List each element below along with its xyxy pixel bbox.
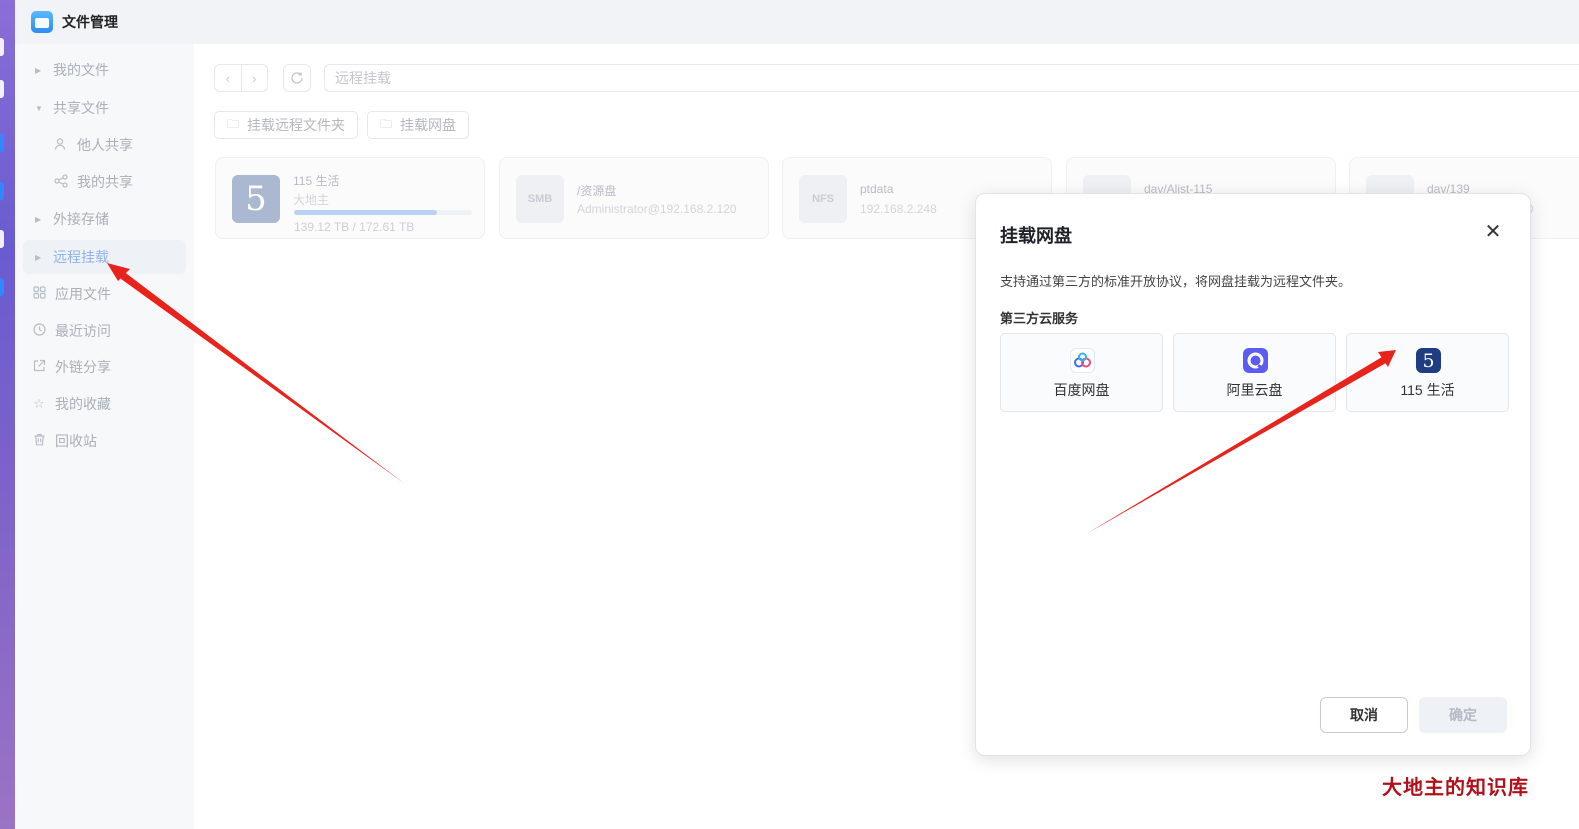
- mount-owner: 大地主: [293, 193, 330, 207]
- share-icon: [53, 173, 69, 191]
- path-bar[interactable]: 远程挂载: [324, 64, 1579, 92]
- sidebar-item-label: 我的收藏: [55, 396, 111, 412]
- dock-app-icon[interactable]: [0, 134, 4, 152]
- sidebar-item-label: 外接存储: [53, 211, 109, 227]
- sidebar-item-my-files[interactable]: ▶ 我的文件: [23, 53, 186, 87]
- usage-bar-fill: [294, 210, 438, 215]
- mount-usage: 139.12 TB / 172.61 TB: [294, 220, 415, 234]
- caret-right-icon: ▶: [35, 214, 42, 224]
- back-arrow-icon[interactable]: ‹: [215, 65, 242, 91]
- sidebar: ▶ 我的文件 ▼ 共享文件 他人共享 我的共享 ▶ 外接存储 ▶ 远程挂载 应用…: [15, 44, 194, 829]
- cancel-button[interactable]: 取消: [1320, 697, 1408, 733]
- refresh-button[interactable]: [283, 64, 311, 92]
- dock-app-icon[interactable]: [0, 80, 4, 98]
- mount-remote-folder-button[interactable]: 🗀 挂载远程文件夹: [214, 111, 359, 139]
- service-label: 115 生活: [1400, 382, 1455, 398]
- file-manager-logo-icon: [31, 11, 53, 33]
- service-label: 阿里云盘: [1226, 382, 1283, 398]
- folder-add-icon: 🗀: [227, 116, 240, 131]
- mount-card-115[interactable]: 5 115 生活 大地主 139.12 TB / 172.61 TB: [215, 157, 485, 239]
- nfs-icon: NFS: [799, 175, 847, 223]
- forward-arrow-icon[interactable]: ›: [242, 65, 268, 91]
- usage-bar: [294, 210, 472, 215]
- 115-icon: 5: [1416, 348, 1441, 373]
- window-titlebar: 文件管理: [15, 0, 1579, 44]
- apps-grid-icon: [31, 286, 47, 302]
- app-title: 文件管理: [62, 14, 118, 30]
- mount-card-smb[interactable]: SMB /资源盘 Administrator@192.168.2.120: [499, 157, 769, 239]
- dialog-title: 挂载网盘: [1000, 226, 1072, 246]
- mount-address: 192.168.2.248: [860, 202, 937, 216]
- sidebar-item-label: 远程挂载: [53, 249, 109, 265]
- sidebar-item-shared-with-me[interactable]: 他人共享: [23, 128, 186, 162]
- dock-app-icon[interactable]: [0, 38, 4, 56]
- clock-icon: [31, 323, 47, 339]
- refresh-icon: [291, 72, 303, 84]
- mount-address: Administrator@192.168.2.120: [577, 202, 737, 216]
- caret-right-icon: ▶: [35, 65, 42, 75]
- sidebar-item-label: 应用文件: [55, 286, 111, 302]
- sidebar-item-shared-files[interactable]: ▼ 共享文件: [23, 91, 186, 125]
- sidebar-item-remote-mount[interactable]: ▶ 远程挂载: [23, 240, 186, 274]
- mount-name: /资源盘: [577, 184, 617, 198]
- mount-name: ptdata: [860, 182, 894, 196]
- sidebar-item-label: 回收站: [55, 433, 97, 449]
- mount-cloud-drive-dialog: 挂载网盘 ✕ 支持通过第三方的标准开放协议，将网盘挂载为远程文件夹。 第三方云服…: [975, 193, 1531, 756]
- smb-icon: SMB: [516, 175, 564, 223]
- button-label: 挂载远程文件夹: [247, 117, 346, 133]
- star-icon: ☆: [33, 396, 45, 411]
- 115-icon: 5: [232, 175, 280, 223]
- sidebar-item-label: 他人共享: [77, 137, 133, 153]
- trash-icon: [31, 433, 47, 449]
- sidebar-item-recent[interactable]: 最近访问: [23, 314, 186, 348]
- sidebar-item-label: 共享文件: [53, 100, 109, 116]
- people-icon: [53, 137, 69, 154]
- close-icon[interactable]: ✕: [1481, 219, 1505, 243]
- desktop-edge: [0, 0, 15, 829]
- service-aliyun-drive[interactable]: 阿里云盘: [1173, 333, 1336, 412]
- aliyun-drive-icon: [1243, 348, 1268, 373]
- caret-right-icon: ▶: [35, 252, 42, 262]
- mount-name: 115 生活: [293, 174, 340, 188]
- section-title: 第三方云服务: [1000, 311, 1079, 326]
- external-share-icon: [31, 359, 47, 375]
- confirm-button[interactable]: 确定: [1419, 697, 1507, 733]
- service-label: 百度网盘: [1053, 382, 1110, 398]
- history-nav: ‹ ›: [214, 64, 268, 92]
- sidebar-item-external-storage[interactable]: ▶ 外接存储: [23, 202, 186, 236]
- sidebar-item-app-files[interactable]: 应用文件: [23, 277, 186, 311]
- baidu-netdisk-icon: [1070, 348, 1095, 373]
- watermark: 大地主的知识库: [1382, 775, 1529, 799]
- sidebar-item-trash[interactable]: 回收站: [23, 424, 186, 458]
- sidebar-item-favorites[interactable]: ☆ 我的收藏: [23, 387, 186, 421]
- sidebar-item-label: 我的共享: [77, 174, 133, 190]
- service-115[interactable]: 5 115 生活: [1346, 333, 1509, 412]
- sidebar-item-label: 最近访问: [55, 323, 111, 339]
- service-baidu-netdisk[interactable]: 百度网盘: [1000, 333, 1163, 412]
- folder-cloud-icon: 🗀: [380, 116, 393, 131]
- sidebar-item-label: 外链分享: [55, 359, 111, 375]
- sidebar-item-label: 我的文件: [53, 62, 109, 78]
- button-label: 挂载网盘: [400, 117, 457, 133]
- sidebar-item-link-share[interactable]: 外链分享: [23, 350, 186, 384]
- dock-app-icon[interactable]: [0, 230, 4, 248]
- caret-down-icon: ▼: [35, 103, 43, 113]
- sidebar-item-my-shares[interactable]: 我的共享: [23, 165, 186, 199]
- mount-cloud-drive-button[interactable]: 🗀 挂载网盘: [367, 111, 470, 139]
- dialog-description: 支持通过第三方的标准开放协议，将网盘挂载为远程文件夹。: [1000, 274, 1352, 289]
- dock-app-icon[interactable]: [0, 278, 4, 296]
- dock-app-icon[interactable]: [0, 182, 4, 200]
